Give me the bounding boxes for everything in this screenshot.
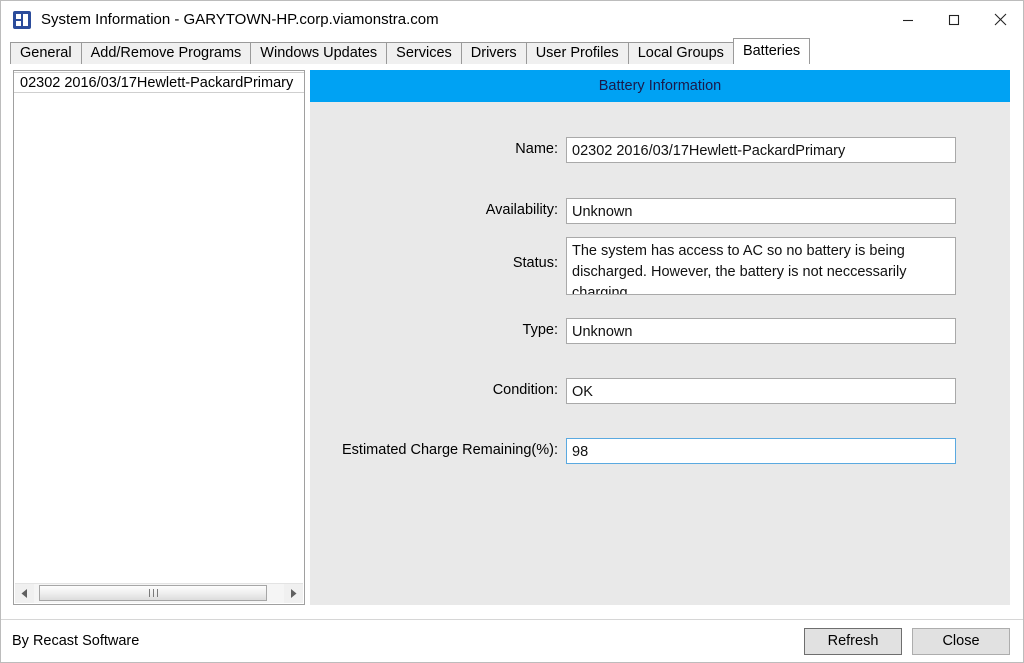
- refresh-button[interactable]: Refresh: [804, 628, 902, 655]
- field-label: Availability:: [310, 198, 566, 218]
- field-row: Name:02302 2016/03/17Hewlett-PackardPrim…: [310, 137, 1010, 163]
- maximize-button[interactable]: [931, 1, 977, 38]
- field-label: Status:: [310, 237, 566, 271]
- field-row: Availability:Unknown: [310, 198, 1010, 224]
- minimize-button[interactable]: [885, 1, 931, 38]
- window-title: System Information - GARYTOWN-HP.corp.vi…: [41, 11, 439, 28]
- field-label: Condition:: [310, 378, 566, 398]
- battery-details-panel: Battery Information Name:02302 2016/03/1…: [310, 70, 1010, 605]
- list-horizontal-scrollbar[interactable]: [15, 583, 303, 603]
- tab-batteries[interactable]: Batteries: [733, 38, 810, 64]
- field-label: Name:: [310, 137, 566, 157]
- system-information-icon: [13, 11, 31, 29]
- scroll-left-arrow-icon[interactable]: [15, 584, 34, 603]
- close-button[interactable]: [977, 1, 1023, 38]
- field-row: Condition:OK: [310, 378, 1010, 404]
- field-value-type[interactable]: Unknown: [566, 318, 956, 344]
- tab-add-remove-programs[interactable]: Add/Remove Programs: [81, 42, 252, 64]
- scroll-right-arrow-icon[interactable]: [284, 584, 303, 603]
- body-area: 02302 2016/03/17Hewlett-PackardPrimary B…: [1, 64, 1023, 619]
- tab-user-profiles[interactable]: User Profiles: [526, 42, 629, 64]
- field-row: Type:Unknown: [310, 318, 1010, 344]
- field-label: Type:: [310, 318, 566, 338]
- window-controls: [885, 1, 1023, 38]
- maximize-icon: [948, 14, 960, 26]
- field-value-name[interactable]: 02302 2016/03/17Hewlett-PackardPrimary: [566, 137, 956, 163]
- battery-fields-form: Name:02302 2016/03/17Hewlett-PackardPrim…: [310, 102, 1010, 605]
- field-label: Estimated Charge Remaining(%):: [310, 438, 566, 458]
- scrollbar-track[interactable]: [34, 584, 284, 603]
- field-row: Estimated Charge Remaining(%):98: [310, 438, 1010, 464]
- field-value-condition[interactable]: OK: [566, 378, 956, 404]
- title-bar: System Information - GARYTOWN-HP.corp.vi…: [1, 1, 1023, 38]
- list-item[interactable]: 02302 2016/03/17Hewlett-PackardPrimary: [14, 72, 304, 93]
- tab-drivers[interactable]: Drivers: [461, 42, 527, 64]
- vendor-credit: By Recast Software: [12, 633, 139, 649]
- field-value-availability[interactable]: Unknown: [566, 198, 956, 224]
- scrollbar-grip-icon: [149, 589, 158, 597]
- field-row: Status:The system has access to AC so no…: [310, 237, 1010, 295]
- field-value-status[interactable]: The system has access to AC so no batter…: [566, 237, 956, 295]
- close-icon: [994, 13, 1007, 26]
- close-dialog-button[interactable]: Close: [912, 628, 1010, 655]
- tab-general[interactable]: General: [10, 42, 82, 64]
- scrollbar-thumb[interactable]: [39, 585, 267, 601]
- panel-header: Battery Information: [310, 70, 1010, 102]
- footer-bar: By Recast Software Refresh Close: [1, 619, 1023, 662]
- field-value-estimated-charge-remaining[interactable]: 98: [566, 438, 956, 464]
- battery-list[interactable]: 02302 2016/03/17Hewlett-PackardPrimary: [13, 70, 305, 605]
- system-information-window: System Information - GARYTOWN-HP.corp.vi…: [0, 0, 1024, 663]
- tab-strip: GeneralAdd/Remove ProgramsWindows Update…: [1, 38, 1023, 64]
- tab-services[interactable]: Services: [386, 42, 462, 64]
- footer-buttons: Refresh Close: [804, 628, 1010, 655]
- tab-windows-updates[interactable]: Windows Updates: [250, 42, 387, 64]
- minimize-icon: [902, 14, 914, 26]
- tab-local-groups[interactable]: Local Groups: [628, 42, 734, 64]
